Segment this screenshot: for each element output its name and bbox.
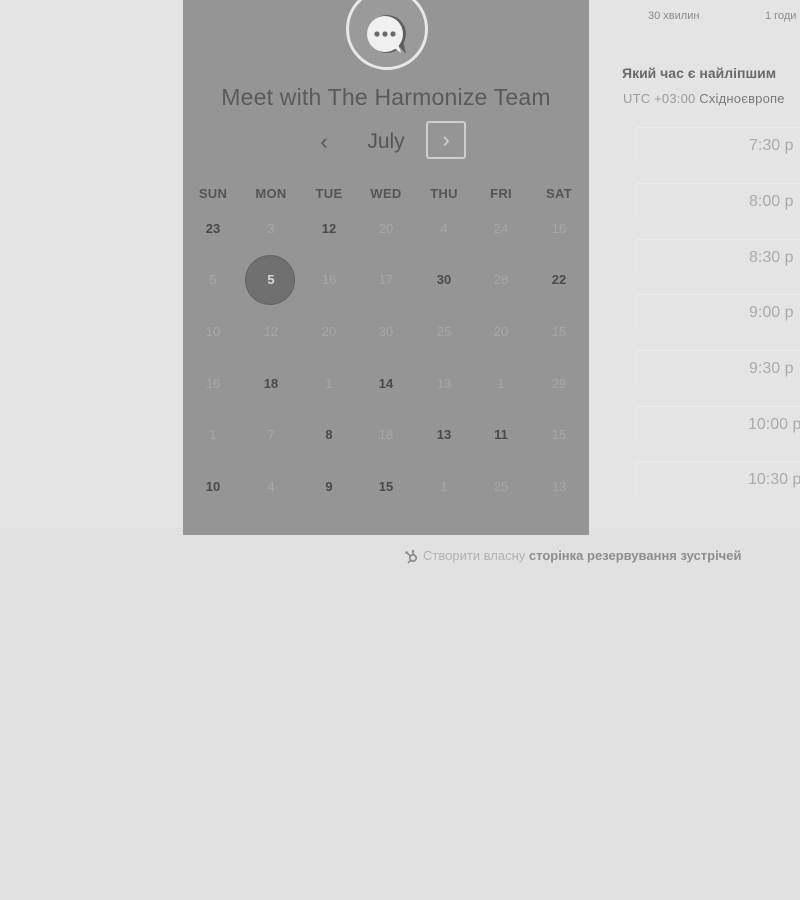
weekday-mon: MON — [255, 186, 287, 201]
calendar-day: 1 — [325, 376, 333, 391]
calendar-day: 13 — [551, 479, 567, 494]
weekday-tue: TUE — [315, 186, 343, 201]
time-slot[interactable]: 9:00 p — [636, 294, 800, 330]
prev-month-button[interactable]: ‹ — [307, 128, 341, 156]
calendar-day[interactable]: 8 — [303, 411, 355, 459]
calendar-day[interactable]: 9 — [303, 463, 355, 511]
calendar-day: 24 — [493, 221, 509, 236]
chevron-right-icon: › — [442, 127, 450, 152]
calendar-day[interactable]: 18 — [245, 360, 297, 408]
time-slot-label: 8:30 p — [749, 249, 794, 266]
calendar-day: 25 — [436, 324, 452, 339]
calendar-day: 12 — [263, 324, 279, 339]
time-question: Який час є найліпшим — [622, 65, 777, 81]
chat-bubble-icon — [367, 15, 406, 54]
time-slot[interactable]: 10:00 p — [636, 406, 800, 442]
calendar-day: 16 — [321, 272, 337, 287]
calendar-day: 10 — [205, 324, 221, 339]
team-avatar — [346, 0, 428, 70]
time-slot[interactable]: 9:30 p — [636, 350, 800, 386]
calendar-day-selected[interactable]: 5 — [245, 255, 297, 305]
calendar-day[interactable]: 15 — [360, 463, 412, 511]
calendar-day: 18 — [378, 427, 394, 442]
timezone-offset: UTC +03:00 — [623, 91, 696, 106]
calendar-day: 29 — [551, 376, 567, 391]
timezone-selector[interactable]: UTC +03:00 Східноєвропе — [623, 91, 785, 106]
calendar-day: 30 — [378, 324, 394, 339]
duration-tab-60[interactable]: 1 годи — [765, 10, 796, 22]
time-slot[interactable]: 7:30 p — [636, 127, 800, 163]
calendar-day[interactable]: 23 — [187, 205, 239, 253]
calendar-day: 15 — [551, 324, 567, 339]
chevron-left-icon: ‹ — [320, 129, 328, 154]
duration-tab-30[interactable]: 30 хвилин — [648, 10, 699, 22]
time-slot[interactable]: 10:30 p — [636, 461, 800, 497]
time-slot-label: 8:00 p — [749, 193, 794, 210]
calendar-day[interactable]: 11 — [475, 411, 527, 459]
weekday-wed: WED — [370, 186, 402, 201]
calendar-day[interactable]: 10 — [187, 463, 239, 511]
month-label: July — [367, 130, 405, 153]
calendar-day: 4 — [440, 221, 448, 236]
hubspot-sprocket-icon — [405, 549, 418, 564]
calendar-day: 16 — [205, 376, 221, 391]
calendar-day[interactable]: 12 — [303, 205, 355, 253]
weekday-sun: SUN — [198, 186, 228, 201]
calendar-day: 3 — [267, 221, 275, 236]
calendar-day: 28 — [493, 272, 509, 287]
time-slot[interactable]: 8:00 p — [636, 183, 800, 219]
calendar-day[interactable]: 30 — [418, 256, 470, 304]
footer-prefix: Створити власну — [423, 548, 526, 563]
calendar-day: 20 — [321, 324, 337, 339]
time-slot-label: 10:30 p — [748, 471, 800, 488]
calendar-day[interactable]: 13 — [418, 411, 470, 459]
calendar-day[interactable]: 22 — [533, 256, 585, 304]
booking-title: Meet with The Harmonize Team — [221, 84, 551, 110]
calendar-day[interactable]: 14 — [360, 360, 412, 408]
time-slot-label: 10:00 p — [748, 416, 800, 433]
footer-link[interactable]: сторінка резервування зустрічей — [529, 548, 742, 563]
time-slot[interactable]: 8:30 p — [636, 239, 800, 275]
calendar-day: 5 — [209, 272, 217, 287]
time-slot-label: 7:30 p — [749, 137, 794, 154]
calendar-day: 15 — [551, 427, 567, 442]
timezone-name: Східноєвропе — [699, 91, 785, 106]
weekday-fri: FRI — [490, 186, 512, 201]
calendar-day: 20 — [378, 221, 394, 236]
calendar-day: 1 — [440, 479, 448, 494]
calendar-day: 16 — [551, 221, 567, 236]
calendar-day: 1 — [209, 427, 217, 442]
footer-promo: Створити власну сторінка резервування зу… — [404, 548, 742, 564]
calendar-day: 20 — [493, 324, 509, 339]
weekday-thu: THU — [430, 186, 458, 201]
calendar-day: 4 — [267, 479, 275, 494]
calendar-day: 25 — [493, 479, 509, 494]
time-slot-label: 9:30 p — [749, 360, 794, 377]
calendar-day: 17 — [378, 272, 394, 287]
calendar-day: 1 — [497, 376, 505, 391]
weekday-sat: SAT — [546, 186, 572, 201]
next-month-button[interactable]: › — [426, 121, 466, 159]
time-slot-label: 9:00 p — [749, 304, 794, 321]
calendar-day: 7 — [267, 427, 275, 442]
calendar-day: 13 — [436, 376, 452, 391]
